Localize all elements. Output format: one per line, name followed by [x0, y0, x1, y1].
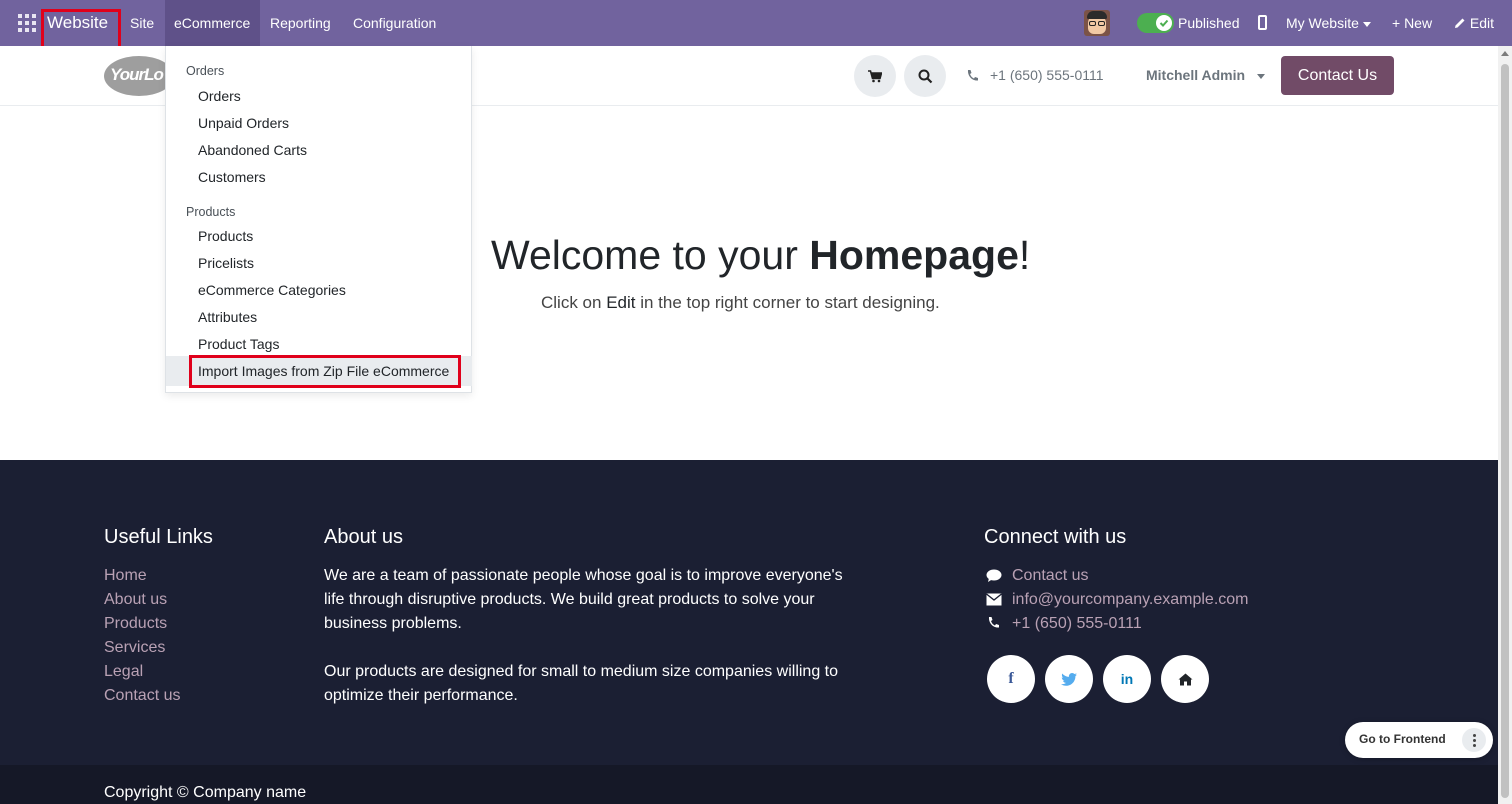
new-button[interactable]: + New	[1392, 15, 1432, 31]
edit-label: Edit	[1469, 15, 1495, 31]
contact-us-button[interactable]: Contact Us	[1281, 56, 1394, 95]
cart-icon	[868, 69, 882, 82]
edit-button[interactable]: Edit	[1454, 15, 1494, 31]
menu-item-customers[interactable]: Customers	[198, 169, 266, 185]
menu-item-unpaid-orders[interactable]: Unpaid Orders	[198, 115, 289, 131]
apps-menu-icon[interactable]	[18, 14, 36, 32]
published-toggle[interactable]	[1137, 13, 1174, 33]
facebook-button[interactable]: f	[987, 655, 1035, 703]
menu-item-attributes[interactable]: Attributes	[198, 309, 257, 325]
my-website-switcher[interactable]: My Website	[1286, 15, 1371, 31]
hero-title: Welcome to your Homepage!	[491, 232, 1030, 279]
footer-about-title: About us	[324, 526, 403, 548]
home-icon	[1178, 673, 1192, 685]
phone-icon	[966, 69, 979, 87]
mobile-preview-icon[interactable]	[1258, 15, 1267, 30]
footer-about-p2-line1: Our products are designed for small to m…	[324, 663, 839, 680]
more-options-icon[interactable]	[1462, 728, 1486, 752]
menu-item-ecommerce-categories[interactable]: eCommerce Categories	[198, 282, 346, 298]
caret-down-icon	[1362, 21, 1371, 27]
menu-item-product-tags[interactable]: Product Tags	[198, 336, 279, 352]
twitter-button[interactable]	[1045, 655, 1093, 703]
footer-link-about[interactable]: About us	[104, 591, 167, 609]
search-button[interactable]	[904, 55, 946, 97]
search-icon	[918, 69, 932, 83]
scrollbar-thumb[interactable]	[1501, 64, 1509, 798]
user-name: Mitchell Admin	[1146, 67, 1246, 83]
footer-link-services[interactable]: Services	[104, 639, 165, 657]
hero-subtitle: Click on Edit in the top right corner to…	[541, 293, 940, 313]
hero-title-suffix: !	[1018, 232, 1031, 278]
footer-link-contact[interactable]: Contact us	[104, 687, 180, 705]
comment-icon	[986, 569, 1002, 582]
footer-about-p1-line2: life through disruptive products. We bui…	[324, 591, 815, 608]
logo-text: YourLo	[110, 65, 164, 84]
highlight-website-brand	[41, 9, 121, 51]
menu-configuration[interactable]: Configuration	[353, 15, 436, 31]
hero-title-prefix: Welcome to your	[491, 232, 810, 278]
user-avatar[interactable]	[1084, 10, 1110, 36]
cart-button[interactable]	[854, 55, 896, 97]
highlight-import-images	[189, 355, 461, 388]
menu-ecommerce[interactable]: eCommerce	[174, 15, 250, 31]
footer-about-p1-line3: business problems.	[324, 615, 462, 632]
facebook-icon: f	[1008, 670, 1014, 687]
menu-item-products[interactable]: Products	[198, 228, 253, 244]
footer-connect-phone[interactable]: +1 (650) 555-0111	[1012, 615, 1142, 633]
linkedin-button[interactable]: in	[1103, 655, 1151, 703]
hero-sub-prefix: Click on	[541, 293, 607, 312]
go-to-frontend-label[interactable]: Go to Frontend	[1359, 732, 1446, 746]
user-menu[interactable]: Mitchell Admin	[1146, 67, 1265, 83]
footer-connect-contact[interactable]: Contact us	[1012, 567, 1088, 585]
footer-about-p1-line1: We are a team of passionate people whose…	[324, 567, 843, 584]
envelope-icon	[986, 593, 1002, 606]
admin-navbar: Website Site eCommerce Reporting Configu…	[0, 0, 1512, 46]
copyright-text: Copyright © Company name	[104, 784, 307, 801]
page-scrollbar[interactable]	[1498, 46, 1512, 804]
menu-reporting[interactable]: Reporting	[270, 15, 331, 31]
footer-link-home[interactable]: Home	[104, 567, 147, 585]
hero-sub-bold: Edit	[606, 293, 636, 312]
twitter-icon	[1061, 672, 1077, 686]
home-button[interactable]	[1161, 655, 1209, 703]
menu-item-abandoned-carts[interactable]: Abandoned Carts	[198, 142, 307, 158]
caret-down-icon	[1256, 73, 1265, 79]
phone-icon	[988, 617, 999, 628]
menu-item-pricelists[interactable]: Pricelists	[198, 255, 254, 271]
footer-link-legal[interactable]: Legal	[104, 663, 143, 681]
footer-link-products[interactable]: Products	[104, 615, 167, 633]
linkedin-icon: in	[1120, 671, 1134, 687]
footer-connect-email[interactable]: info@yourcompany.example.com	[1012, 591, 1249, 609]
hero-sub-suffix: in the top right corner to start designi…	[635, 293, 940, 312]
footer-useful-links-title: Useful Links	[104, 526, 213, 548]
company-logo[interactable]: YourLo	[104, 56, 174, 96]
check-icon	[1156, 15, 1172, 31]
dropdown-header-orders: Orders	[186, 64, 225, 78]
go-to-frontend-widget[interactable]: Go to Frontend	[1345, 722, 1493, 758]
ecommerce-dropdown: Orders Orders Unpaid Orders Abandoned Ca…	[165, 46, 472, 393]
menu-site[interactable]: Site	[130, 15, 154, 31]
footer-about-p2-line2: optimize their performance.	[324, 687, 518, 704]
footer	[0, 460, 1498, 765]
menu-item-orders[interactable]: Orders	[198, 88, 241, 104]
dropdown-header-products: Products	[186, 205, 236, 219]
footer-connect-title: Connect with us	[984, 526, 1127, 548]
my-website-label: My Website	[1286, 15, 1359, 31]
header-phone[interactable]: +1 (650) 555-0111	[990, 67, 1104, 83]
scroll-up-arrow-icon[interactable]	[1501, 51, 1509, 56]
published-label[interactable]: Published	[1178, 15, 1240, 31]
pencil-icon	[1455, 18, 1465, 28]
hero-title-bold: Homepage	[809, 232, 1019, 278]
